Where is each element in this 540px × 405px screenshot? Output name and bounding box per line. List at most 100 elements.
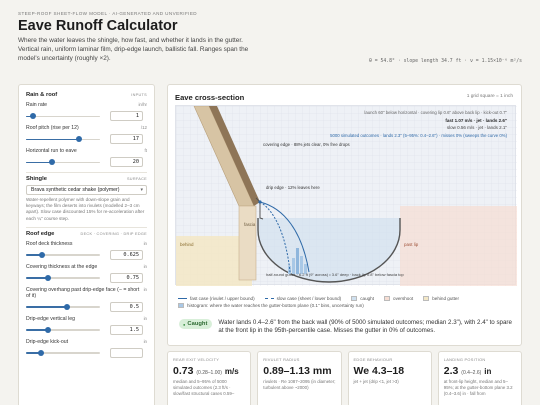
roof-edge-number-input[interactable]: 0.625 <box>110 249 143 260</box>
section-title: Roof edge <box>26 230 55 237</box>
field-label: Drip-edge vertical leg <box>26 315 76 322</box>
dashed-line-icon <box>264 298 274 299</box>
roof-edge-number-input[interactable]: 1.5 <box>110 324 143 335</box>
status-dot-icon: ● <box>183 321 186 327</box>
section-divider <box>26 172 147 173</box>
legend-item: overshoot <box>384 296 413 301</box>
slider-fill <box>26 306 67 308</box>
solid-line-icon <box>178 298 187 299</box>
roof-edge-number-input[interactable]: 0.5 <box>110 301 143 312</box>
metric-number: We 4.3–18 <box>353 365 405 377</box>
metric-value: 0.89–1.13 mm <box>263 365 335 377</box>
rain-roof-fields: Rain rate in/hr 1 Roof pitch (rise per 12) /… <box>26 102 147 167</box>
legend-label: behind gutter <box>432 296 460 301</box>
shingle-select[interactable]: Brava synthetic cedar shake (polymer) ▾ <box>26 185 147 195</box>
metric-cards: Rear exit velocity 0.73 (0.28–1.00) m/s me… <box>167 351 522 405</box>
slider-thumb[interactable] <box>48 159 55 165</box>
slider-thumb[interactable] <box>45 274 52 281</box>
legend-label: overshoot <box>393 296 414 301</box>
slider-fill <box>26 138 80 140</box>
field-label: Horizontal run to eave <box>26 148 77 154</box>
field-label-row: Drip-edge vertical leg in <box>26 316 147 322</box>
rain-roof-slider[interactable] <box>26 136 100 142</box>
roof-edge-field: Covering thickness at the edge in 0.75 <box>26 264 147 283</box>
roof-edge-number-input[interactable]: 0.75 <box>110 272 143 283</box>
metric-label: Landing position <box>443 357 486 362</box>
slider-thumb[interactable] <box>45 326 52 333</box>
field-unit: in <box>143 263 147 269</box>
legend-item: behind gutter <box>423 296 459 301</box>
fascia-label: fascia <box>244 222 256 227</box>
field-unit: in <box>143 315 147 321</box>
field-controls: 0.5 <box>26 301 147 312</box>
rain-roof-number-input[interactable]: 17 <box>110 134 143 144</box>
field-label-row: Covering thickness at the edge in <box>26 264 147 270</box>
badge-label: Caught <box>187 321 208 327</box>
metric-note: rivulets · Re 1087–2095 (in diameter; tu… <box>263 379 336 390</box>
legend-label: caught <box>360 296 375 301</box>
metric-unit: m/s <box>224 367 239 376</box>
legend-label: slow case (sheet / lower bound) <box>276 296 342 301</box>
drip-edge-label: drip edge · 12% leaves here <box>266 185 320 190</box>
field-label: Roof pitch (rise per 12) <box>26 125 79 131</box>
metric-card: Rear exit velocity 0.73 (0.28–1.00) m/s me… <box>167 351 252 405</box>
roof-edge-field: Covering overhang past drip-edge face (−… <box>26 287 147 312</box>
rain-roof-number-input[interactable]: 1 <box>110 111 143 121</box>
page-kicker: Steep-roof sheet-flow model · AI-generat… <box>18 11 198 16</box>
section-tag: Inputs <box>131 93 147 97</box>
slider-thumb[interactable] <box>76 136 83 142</box>
metric-note: jet + jet (drip <1, jet >3) <box>353 379 399 384</box>
metric-note: at front-lip height, median and 5–95%; a… <box>443 379 513 396</box>
diagram-legend: fast case (rivulet / upper bound) slow ca… <box>178 296 518 308</box>
roof-edge-header: Roof edge Deck · covering · drip edge <box>26 231 147 237</box>
metric-card: Landing position 2.3 (0.4–2.6) in at front… <box>437 351 522 405</box>
slider-thumb[interactable] <box>37 349 44 356</box>
color-swatch-icon <box>423 296 430 301</box>
roof-edge-slider[interactable] <box>26 326 100 333</box>
metric-note: median and 5–95% of 5000 simulated outco… <box>173 379 235 396</box>
rain-roof-field: Horizontal run to eave ft 20 <box>26 148 147 167</box>
model-summary: θ = 54.8° · slope length 34.7 ft · ν = 1… <box>368 59 522 64</box>
slider-thumb[interactable] <box>63 303 70 310</box>
section-title: Rain & roof <box>26 92 58 98</box>
rain-roof-field: Rain rate in/hr 1 <box>26 102 147 121</box>
roof-edge-slider[interactable] <box>26 251 100 258</box>
legend-label: fast case (rivulet / upper bound) <box>190 296 255 301</box>
metric-value: We 4.3–18 <box>354 365 426 377</box>
metric-range: (0.4–2.6) <box>461 370 482 376</box>
roof-edge-slider[interactable] <box>26 274 100 281</box>
roof-edge-number-input[interactable] <box>110 347 143 358</box>
input-sidebar: Rain & roof Inputs Rain rate in/hr 1 Roof p… <box>18 84 155 405</box>
behind-zone-label: behind <box>180 242 194 247</box>
field-label: Drip-edge kick-out <box>26 338 69 345</box>
metric-card: Edge behaviour We 4.3–18 jet + jet (drip <… <box>347 351 432 405</box>
section-divider <box>26 226 147 228</box>
roof-edge-slider[interactable] <box>26 349 100 356</box>
launch-point <box>258 200 262 204</box>
cross-section-diagram: launch 60" below horizontal · covering l… <box>175 105 517 286</box>
slider-thumb[interactable] <box>39 251 46 258</box>
cross-section-card: Eave cross-section 1 grid square = 1 inc… <box>167 84 522 346</box>
rain-roof-slider[interactable] <box>26 113 100 119</box>
shingle-help-text: Water-repellent polymer with down-slope … <box>26 197 145 221</box>
field-unit: in <box>143 338 147 344</box>
field-unit: ft <box>144 148 147 153</box>
legend-item: slow case (sheet / lower bound) <box>264 296 342 301</box>
field-controls: 0.625 <box>26 249 147 260</box>
metric-label: Rivulet radius <box>263 357 300 362</box>
roof-edge-field: Drip-edge vertical leg in 1.5 <box>26 316 147 335</box>
field-label-row: Drip-edge kick-out in <box>26 339 147 345</box>
slider-thumb[interactable] <box>30 113 37 119</box>
field-unit: /12 <box>140 125 147 130</box>
page-title: Eave Runoff Calculator <box>18 18 178 34</box>
shingle-select-value: Brava synthetic cedar shake (polymer) <box>31 187 120 193</box>
field-label-row: Covering overhang past drip-edge face (−… <box>26 287 147 299</box>
verdict-text: Water lands 0.4–2.6" from the back wall … <box>218 319 512 335</box>
field-label: Rain rate <box>26 102 48 108</box>
roof-edge-slider[interactable] <box>26 303 100 310</box>
rain-roof-number-input[interactable]: 20 <box>110 157 143 167</box>
rain-roof-field: Roof pitch (rise per 12) /12 17 <box>26 125 147 144</box>
metric-number: 2.3 <box>443 365 459 377</box>
field-unit: in/hr <box>138 102 147 107</box>
rain-roof-slider[interactable] <box>26 159 100 165</box>
